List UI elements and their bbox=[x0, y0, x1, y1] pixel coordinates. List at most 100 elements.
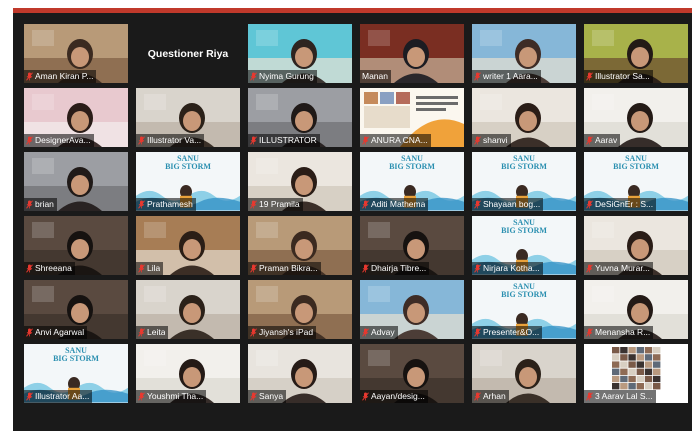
participant-tile[interactable]: SANU BIG STORM Shayaan bog... bbox=[472, 152, 576, 211]
participant-tile[interactable]: Lila bbox=[136, 216, 240, 275]
muted-mic-icon bbox=[250, 72, 257, 81]
participant-tile[interactable]: writer 1 Aara... bbox=[472, 24, 576, 83]
participant-name: Sanya bbox=[259, 391, 284, 401]
participant-tile[interactable]: Praman Bikra... bbox=[248, 216, 352, 275]
participant-name-tag: Yuvna Murar... bbox=[584, 262, 653, 275]
top-accent-bar bbox=[13, 8, 692, 13]
participant-name: Lila bbox=[147, 263, 161, 273]
participant-name: Jiyansh's iPad bbox=[259, 327, 314, 337]
participant-tile[interactable]: shanvi bbox=[472, 88, 576, 147]
participant-tile[interactable]: DesignerAva... bbox=[24, 88, 128, 147]
cover-title-line: BIG STORM bbox=[389, 162, 435, 171]
muted-mic-icon bbox=[250, 392, 257, 401]
participant-name-tag: Prathamesh bbox=[136, 198, 196, 211]
participant-tile[interactable]: SANU BIG STORM Nirjara Kotha... bbox=[472, 216, 576, 275]
participant-tile[interactable]: SANU BIG STORM Prathamesh bbox=[136, 152, 240, 211]
participant-name: Aditi Mathema bbox=[371, 199, 426, 209]
participant-tile[interactable]: Menansha R... bbox=[584, 280, 688, 339]
muted-mic-icon bbox=[362, 264, 369, 273]
participant-name: Prathamesh bbox=[147, 199, 193, 209]
muted-mic-icon bbox=[362, 328, 369, 337]
participant-name-tag: Illustrator Va... bbox=[136, 134, 205, 147]
participant-name: Manan bbox=[362, 71, 388, 81]
participant-name-tag: Aditi Mathema bbox=[360, 198, 429, 211]
participant-tile[interactable]: 3 Aarav Lal S... bbox=[584, 344, 688, 403]
muted-mic-icon bbox=[362, 200, 369, 209]
participant-tile[interactable]: Aayan/desig... bbox=[360, 344, 464, 403]
participant-name: Presenter&O... bbox=[483, 327, 540, 337]
muted-mic-icon bbox=[586, 200, 593, 209]
muted-mic-icon bbox=[362, 392, 369, 401]
participant-name-tag: Youshmi Tha... bbox=[136, 390, 207, 403]
participant-tile[interactable]: Nyima Gurung bbox=[248, 24, 352, 83]
participant-tile[interactable]: Anvi Agarwal bbox=[24, 280, 128, 339]
participant-tile[interactable]: Sanya bbox=[248, 344, 352, 403]
participant-name-tag: Aman Kiran P... bbox=[24, 70, 97, 83]
participant-tile[interactable]: Advay bbox=[360, 280, 464, 339]
participant-name-tag: Illustrator Sa... bbox=[584, 70, 653, 83]
participant-name: DesignerAva... bbox=[35, 135, 91, 145]
participant-name-tag: Aayan/desig... bbox=[360, 390, 428, 403]
participant-tile[interactable]: Arhan bbox=[472, 344, 576, 403]
participant-tile[interactable]: brian bbox=[24, 152, 128, 211]
participant-tile[interactable]: Illustrator Va... bbox=[136, 88, 240, 147]
participant-tile[interactable]: Dhairja Tibre... bbox=[360, 216, 464, 275]
participant-name: Shayaan bog... bbox=[483, 199, 541, 209]
participant-tile[interactable]: Shreeana bbox=[24, 216, 128, 275]
participant-name-tag: Jiyansh's iPad bbox=[248, 326, 317, 339]
participant-name-tag: Illustrator Aa... bbox=[24, 390, 93, 403]
participant-name: Praman Bikra... bbox=[259, 263, 318, 273]
participant-name: Illustrator Sa... bbox=[595, 71, 650, 81]
participant-tile[interactable]: SANU BIG STORM DeSiGnEr : S... bbox=[584, 152, 688, 211]
muted-mic-icon bbox=[138, 392, 145, 401]
participant-name: DeSiGnEr : S... bbox=[595, 199, 654, 209]
participant-tile[interactable]: Youshmi Tha... bbox=[136, 344, 240, 403]
participant-tile[interactable]: SANU BIG STORM Aditi Mathema bbox=[360, 152, 464, 211]
book-cover-title: SANU BIG STORM bbox=[24, 347, 128, 363]
muted-mic-icon bbox=[474, 392, 481, 401]
book-cover-title: SANU BIG STORM bbox=[472, 155, 576, 171]
participant-display-name-center: Questioner Riya bbox=[147, 47, 229, 60]
gallery-view-grid: Aman Kiran P... Questioner Riya Nyima Guru… bbox=[24, 24, 688, 414]
participant-name: Nyima Gurung bbox=[259, 71, 314, 81]
participant-name-tag: Nirjara Kotha... bbox=[472, 262, 543, 275]
book-cover-title: SANU BIG STORM bbox=[584, 155, 688, 171]
participant-tile[interactable]: SANU BIG STORM Illustrator Aa... bbox=[24, 344, 128, 403]
participant-tile[interactable]: Questioner Riya bbox=[136, 24, 240, 83]
participant-tile[interactable]: Manan bbox=[360, 24, 464, 83]
muted-mic-icon bbox=[26, 392, 33, 401]
muted-mic-icon bbox=[26, 136, 33, 145]
participant-name: Aayan/desig... bbox=[371, 391, 425, 401]
muted-mic-icon bbox=[26, 328, 33, 337]
participant-name: Anvi Agarwal bbox=[35, 327, 85, 337]
participant-tile[interactable]: Aman Kiran P... bbox=[24, 24, 128, 83]
participant-name-tag: Presenter&O... bbox=[472, 326, 543, 339]
participant-name: Yuvna Murar... bbox=[595, 263, 650, 273]
muted-mic-icon bbox=[474, 328, 481, 337]
muted-mic-icon bbox=[474, 264, 481, 273]
participant-tile[interactable]: SANU BIG STORM Presenter&O... bbox=[472, 280, 576, 339]
participant-tile[interactable]: Yuvna Murar... bbox=[584, 216, 688, 275]
participant-tile[interactable]: Leita bbox=[136, 280, 240, 339]
book-cover-title: SANU BIG STORM bbox=[136, 155, 240, 171]
participant-name: 3 Aarav Lal S... bbox=[595, 391, 653, 401]
participant-tile[interactable]: 19 Pramila bbox=[248, 152, 352, 211]
participant-tile[interactable]: Illustrator Sa... bbox=[584, 24, 688, 83]
meeting-window: Aman Kiran P... Questioner Riya Nyima Guru… bbox=[13, 8, 692, 431]
participant-name: ANURA CNA... bbox=[371, 135, 428, 145]
muted-mic-icon bbox=[586, 136, 593, 145]
muted-mic-icon bbox=[138, 136, 145, 145]
cover-title-line: BIG STORM bbox=[501, 162, 547, 171]
participant-name: Leita bbox=[147, 327, 166, 337]
participant-tile[interactable]: ILLUSTRATOR bbox=[248, 88, 352, 147]
muted-mic-icon bbox=[250, 264, 257, 273]
participant-name: Youshmi Tha... bbox=[147, 391, 204, 401]
participant-name-tag: Aarav bbox=[584, 134, 621, 147]
muted-mic-icon bbox=[138, 328, 145, 337]
participant-tile[interactable]: Aarav bbox=[584, 88, 688, 147]
participant-name-tag: 3 Aarav Lal S... bbox=[584, 390, 656, 403]
muted-mic-icon bbox=[26, 72, 33, 81]
participant-name: 19 Pramila bbox=[259, 199, 300, 209]
participant-tile[interactable]: Jiyansh's iPad bbox=[248, 280, 352, 339]
participant-tile[interactable]: ANURA CNA... bbox=[360, 88, 464, 147]
